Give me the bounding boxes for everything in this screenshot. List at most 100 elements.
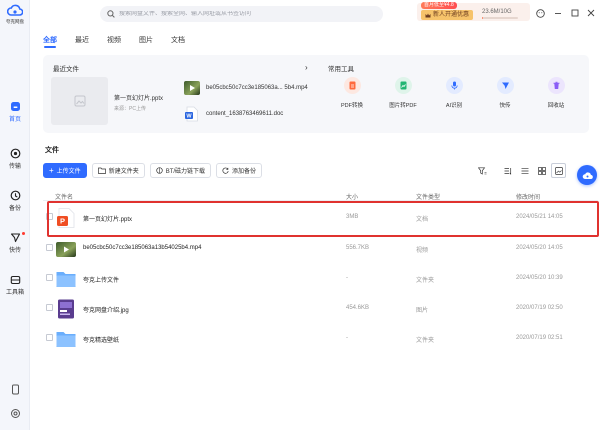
tab-all[interactable]: 全部 — [43, 35, 57, 48]
file-type: 文件夹 — [416, 338, 435, 344]
column-header-size[interactable]: 大小 — [346, 192, 358, 201]
file-modified-time: 2024/05/20 14:05 — [516, 245, 563, 251]
file-name: 夸克网盘介绍.jpg — [83, 308, 129, 314]
common-tools-title: 常用工具 — [328, 66, 354, 73]
table-row[interactable]: P 第一页幻灯片.pptx 3MB 文档 2024/05/21 14:05 — [43, 203, 598, 233]
cloud-sync-button[interactable] — [577, 165, 597, 185]
bt-magnet-download-button[interactable]: BT/磁力链下载 — [149, 163, 212, 178]
tool-label: PDF转换 — [340, 103, 363, 109]
filter-button[interactable] — [475, 163, 490, 178]
tab-video[interactable]: 视频 — [107, 35, 121, 45]
row-checkbox[interactable] — [46, 304, 53, 311]
plus-icon: + — [49, 165, 54, 175]
file-modified-time: 2024/05/21 14:05 — [516, 214, 563, 220]
settings-icon — [10, 409, 20, 418]
column-header-name[interactable]: 文件名 — [55, 192, 73, 201]
tool-label: 回收站 — [547, 103, 565, 109]
file-modified-time: 2024/05/20 10:39 — [516, 275, 563, 281]
table-row[interactable]: 夸克网盘介绍.jpg 454.6KB 图片 2020/07/19 02:50 — [43, 294, 598, 324]
vip-promo[interactable]: 首月低至¥4.8 新人开通优惠 23.6M/10G — [417, 2, 530, 21]
grid-view-button[interactable] — [534, 163, 549, 178]
tool-quick-send[interactable]: 快传 — [485, 77, 525, 109]
transfer-icon — [10, 148, 20, 159]
file-type: 图片 — [416, 308, 429, 314]
table-row[interactable]: be05cbc50c7cc3e185063a13b54025b4.mp4 556… — [43, 234, 598, 264]
cloud-icon — [582, 171, 593, 179]
sidebar-item-label: 首页 — [8, 117, 21, 123]
sidebar-item-quick-send[interactable]: 快传 — [0, 232, 30, 254]
row-checkbox[interactable] — [46, 244, 53, 251]
sidebar-item-label: 工具箱 — [5, 290, 24, 296]
new-folder-icon — [97, 167, 106, 174]
quark-cloud-logo-icon — [7, 4, 23, 16]
tool-ai-recognize[interactable]: AI识别 — [434, 77, 474, 109]
svg-text:W: W — [186, 114, 192, 120]
minimize-button[interactable] — [554, 9, 562, 19]
refresh-icon — [222, 167, 229, 174]
vip-price-badge: 首月低至¥4.8 — [421, 2, 457, 9]
new-folder-button[interactable]: 新建文件夹 — [91, 163, 145, 178]
search-bar[interactable] — [100, 6, 383, 22]
thumbnail-view-icon — [554, 166, 563, 175]
file-name: 夸克精选壁纸 — [83, 338, 120, 344]
powerpoint-file-icon: P — [57, 208, 75, 228]
video-thumbnail — [184, 81, 200, 95]
sidebar-item-home[interactable]: 首页 — [0, 101, 30, 123]
list-view-button[interactable] — [517, 163, 532, 178]
files-toolbar: + 上传文件 新建文件夹 BT/磁力链下载 添加备份 — [43, 163, 263, 178]
minimize-icon — [555, 13, 561, 14]
recent-file-thumbnail[interactable] — [51, 77, 108, 125]
tool-pdf-convert[interactable]: PDF转换 — [332, 77, 372, 109]
list-view-icon — [521, 167, 528, 174]
tab-image[interactable]: 图片 — [139, 35, 153, 45]
tool-image-to-pdf[interactable]: 图片转PDF — [383, 77, 423, 109]
table-row[interactable]: 夸克上传文件 - 文件夹 2024/05/20 10:39 — [43, 264, 598, 294]
sidebar-item-backup[interactable]: 备份 — [0, 190, 30, 212]
row-checkbox[interactable] — [46, 334, 53, 341]
column-header-type[interactable]: 文件类型 — [416, 192, 440, 201]
recent-item-video[interactable]: be05cbc50c7cc3e185063a... 5b4.mp4 — [184, 81, 308, 95]
upload-file-button[interactable]: + 上传文件 — [43, 163, 87, 178]
folder-icon — [56, 332, 76, 347]
recent-item-doc[interactable]: W content_1638763469611.doc — [184, 106, 283, 122]
sidebar-item-toolbox[interactable]: 工具箱 — [0, 274, 30, 296]
sort-button[interactable] — [500, 163, 515, 178]
toolbox-icon — [10, 275, 20, 285]
phone-button[interactable] — [0, 384, 30, 395]
user-menu-button[interactable] — [536, 9, 545, 20]
sidebar-item-label: 备份 — [8, 206, 21, 212]
file-size: 556.7KB — [346, 245, 370, 251]
close-button[interactable] — [587, 9, 595, 19]
row-checkbox[interactable] — [46, 274, 53, 281]
thumbnail-view-button[interactable] — [551, 163, 566, 178]
recent-files-title: 最近文件 — [53, 66, 79, 73]
table-row[interactable]: 夸克精选壁纸 - 文件夹 2020/07/19 02:51 — [43, 324, 598, 354]
file-type: 文档 — [416, 217, 429, 223]
storage-usage: 23.6M/10G — [482, 9, 512, 15]
quick-send-icon — [10, 233, 20, 243]
app-logo[interactable]: 夸克网盘 — [5, 4, 25, 25]
row-checkbox[interactable] — [46, 213, 53, 220]
maximize-button[interactable] — [571, 9, 579, 19]
storage-bar — [482, 17, 518, 19]
file-type: 视频 — [416, 248, 429, 254]
column-header-time[interactable]: 修改时间 — [516, 192, 540, 201]
recent-more-arrow[interactable]: › — [305, 63, 308, 72]
grid-view-icon — [537, 166, 546, 175]
tab-document[interactable]: 文档 — [171, 35, 185, 45]
recent-file-name[interactable]: 第一页幻灯片.pptx — [114, 93, 163, 102]
files-section-title: 文件 — [45, 147, 59, 154]
maximize-icon — [571, 9, 579, 17]
recent-tools-panel: 最近文件 › 第一页幻灯片.pptx 来源：PC上传 be05cbc50c7cc… — [43, 55, 589, 133]
file-name: 第一页幻灯片.pptx — [83, 217, 133, 223]
sidebar-item-label: 传输 — [8, 164, 21, 170]
sidebar-item-transfer[interactable]: 传输 — [0, 148, 30, 170]
settings-button[interactable] — [0, 408, 30, 419]
add-backup-button[interactable]: 添加备份 — [216, 163, 263, 178]
view-toolbar — [475, 163, 566, 178]
tool-recycle-bin[interactable]: 回收站 — [536, 77, 576, 109]
tab-recent[interactable]: 最近 — [75, 35, 89, 45]
vip-open-button[interactable]: 新人开通优惠 — [421, 10, 474, 20]
search-input[interactable] — [119, 11, 369, 17]
